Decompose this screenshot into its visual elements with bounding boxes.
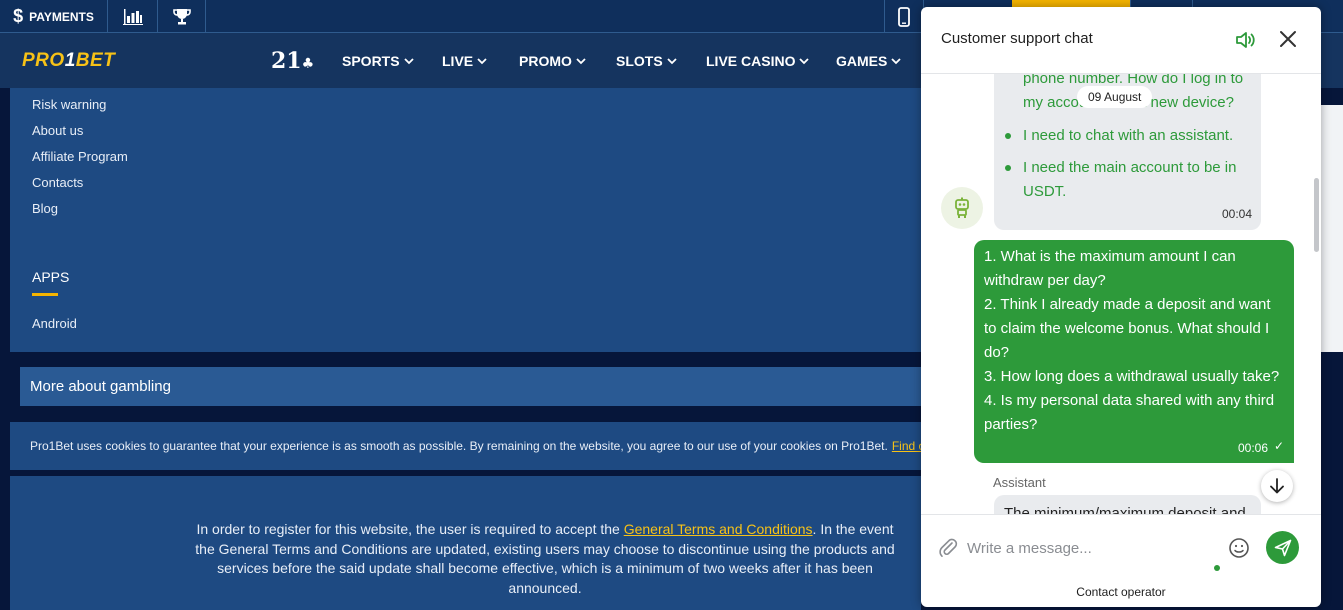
apps-underline: [32, 293, 58, 296]
arrow-down-icon: [1270, 478, 1284, 494]
trophy-button[interactable]: [158, 0, 206, 33]
payments-button[interactable]: $ PAYMENTS: [0, 0, 108, 33]
emoji-icon[interactable]: [1228, 537, 1250, 559]
nav-label: SLOTS: [616, 53, 663, 69]
pro1bet-logo[interactable]: PRO1BET: [22, 50, 115, 72]
message-input[interactable]: [967, 535, 1207, 561]
logo-part: BET: [75, 50, 116, 71]
cookie-notice: Pro1Bet uses cookies to guarantee that y…: [10, 422, 921, 470]
user-message-line: withdraw per day?: [984, 272, 1106, 289]
footer-link-android[interactable]: Android: [32, 316, 77, 331]
bot-avatar: [941, 187, 983, 229]
cookie-text: Pro1Bet uses cookies to guarantee that y…: [30, 439, 888, 453]
assistant-label: Assistant: [993, 475, 1046, 490]
paperclip-icon[interactable]: [937, 537, 959, 559]
club-suit-icon: ♣: [301, 56, 315, 72]
nav-live-casino[interactable]: LIVE CASINO: [706, 53, 810, 69]
registration-notice: In order to register for this website, t…: [10, 476, 921, 610]
user-message-line: 1. What is the maximum amount I can: [984, 248, 1236, 265]
robot-icon: [955, 197, 969, 218]
user-message-line: do?: [984, 344, 1010, 361]
speaker-icon[interactable]: [1234, 29, 1256, 51]
dollar-icon: $: [13, 6, 24, 26]
nav-21-label: 21: [271, 48, 302, 74]
send-button[interactable]: [1266, 531, 1299, 564]
nav-sports[interactable]: SPORTS: [342, 53, 414, 69]
page-side-panel: [1320, 105, 1343, 352]
chat-title: Customer support chat: [941, 30, 1093, 47]
chat-composer: [921, 514, 1321, 578]
chevron-down-icon: [667, 57, 677, 64]
user-message-line: 2. Think I already made a deposit and wa…: [984, 296, 1271, 313]
terms-link[interactable]: General Terms and Conditions: [624, 521, 813, 537]
reg-text-part: In order to register for this website, t…: [196, 521, 624, 537]
nav-games[interactable]: GAMES: [836, 53, 901, 69]
footer-link-about-us[interactable]: About us: [32, 123, 83, 138]
footer-link-risk-warning[interactable]: Risk warning: [32, 97, 106, 112]
read-check-icon: ✓: [1273, 439, 1284, 453]
nav-label: LIVE: [442, 53, 474, 69]
chevron-down-icon: [891, 57, 901, 64]
logo-part: 1: [64, 50, 76, 71]
contact-operator-link[interactable]: Contact operator: [921, 585, 1321, 599]
payments-label: PAYMENTS: [29, 9, 94, 24]
nav-label: PROMO: [519, 53, 572, 69]
bullet-dot: [1005, 133, 1011, 139]
user-message: 1. What is the maximum amount I can with…: [974, 240, 1294, 463]
footer-link-affiliate[interactable]: Affiliate Program: [32, 149, 128, 164]
logo-part: PRO: [22, 50, 65, 71]
chevron-down-icon: [477, 57, 487, 64]
bot-suggestion[interactable]: I need to chat with an assistant.: [1023, 127, 1233, 144]
nav-promo[interactable]: PROMO: [519, 53, 586, 69]
bullet-dot: [1005, 165, 1011, 171]
chevron-down-icon: [403, 57, 414, 64]
chat-header: Customer support chat: [921, 7, 1321, 74]
registration-text: In order to register for this website, t…: [195, 520, 895, 598]
footer-link-contacts[interactable]: Contacts: [32, 175, 83, 190]
assistant-message: The minimum/maximum deposit and: [994, 495, 1261, 514]
bot-suggestion-cont[interactable]: USDT.: [1023, 183, 1066, 200]
user-message-line: 4. Is my personal data shared with any t…: [984, 392, 1275, 409]
message-time: 00:04: [1221, 207, 1252, 221]
bot-suggestion[interactable]: I need the main account to be in: [1023, 159, 1236, 176]
stats-button[interactable]: [108, 0, 158, 33]
nav-label: GAMES: [836, 53, 888, 69]
online-status-dot: [1214, 565, 1220, 571]
date-separator: 09 August: [1077, 86, 1153, 108]
promo-accent-bar: [1012, 0, 1130, 7]
support-chat-window: Customer support chat phone number. How …: [921, 7, 1321, 607]
close-icon[interactable]: [1278, 29, 1298, 49]
footer-link-blog[interactable]: Blog: [32, 201, 58, 216]
apps-heading: APPS: [32, 269, 70, 285]
user-message-line: parties?: [984, 416, 1038, 433]
message-time: 00:06: [1237, 441, 1268, 455]
accordion-title: More about gambling: [30, 378, 171, 395]
chat-messages: phone number. How do I log in to my acco…: [921, 74, 1321, 514]
cookie-find-out-link[interactable]: Find o: [892, 439, 921, 453]
more-about-gambling-accordion[interactable]: More about gambling: [20, 367, 921, 406]
user-message-line: to claim the welcome bonus. What should …: [984, 320, 1270, 337]
mobile-app-button[interactable]: [884, 0, 924, 33]
footer-links-panel: Risk warning About us Affiliate Program …: [10, 88, 921, 352]
nav-slots[interactable]: SLOTS: [616, 53, 677, 69]
nav-label: SPORTS: [342, 53, 400, 69]
scroll-to-bottom-button[interactable]: [1261, 470, 1293, 502]
bar-chart-icon: [122, 8, 143, 25]
mobile-phone-icon: [898, 6, 910, 27]
chat-scrollbar[interactable]: [1314, 178, 1319, 252]
chevron-down-icon: [799, 57, 810, 64]
nav-21-game[interactable]: 21♣: [271, 48, 314, 74]
nav-live[interactable]: LIVE: [442, 53, 487, 69]
user-message-line: 3. How long does a withdrawal usually ta…: [984, 368, 1280, 385]
chevron-down-icon: [576, 57, 586, 64]
trophy-icon: [172, 9, 191, 25]
assistant-message-text: The minimum/maximum deposit and: [1004, 505, 1246, 514]
send-icon: [1274, 539, 1291, 556]
nav-label: LIVE CASINO: [706, 53, 796, 69]
